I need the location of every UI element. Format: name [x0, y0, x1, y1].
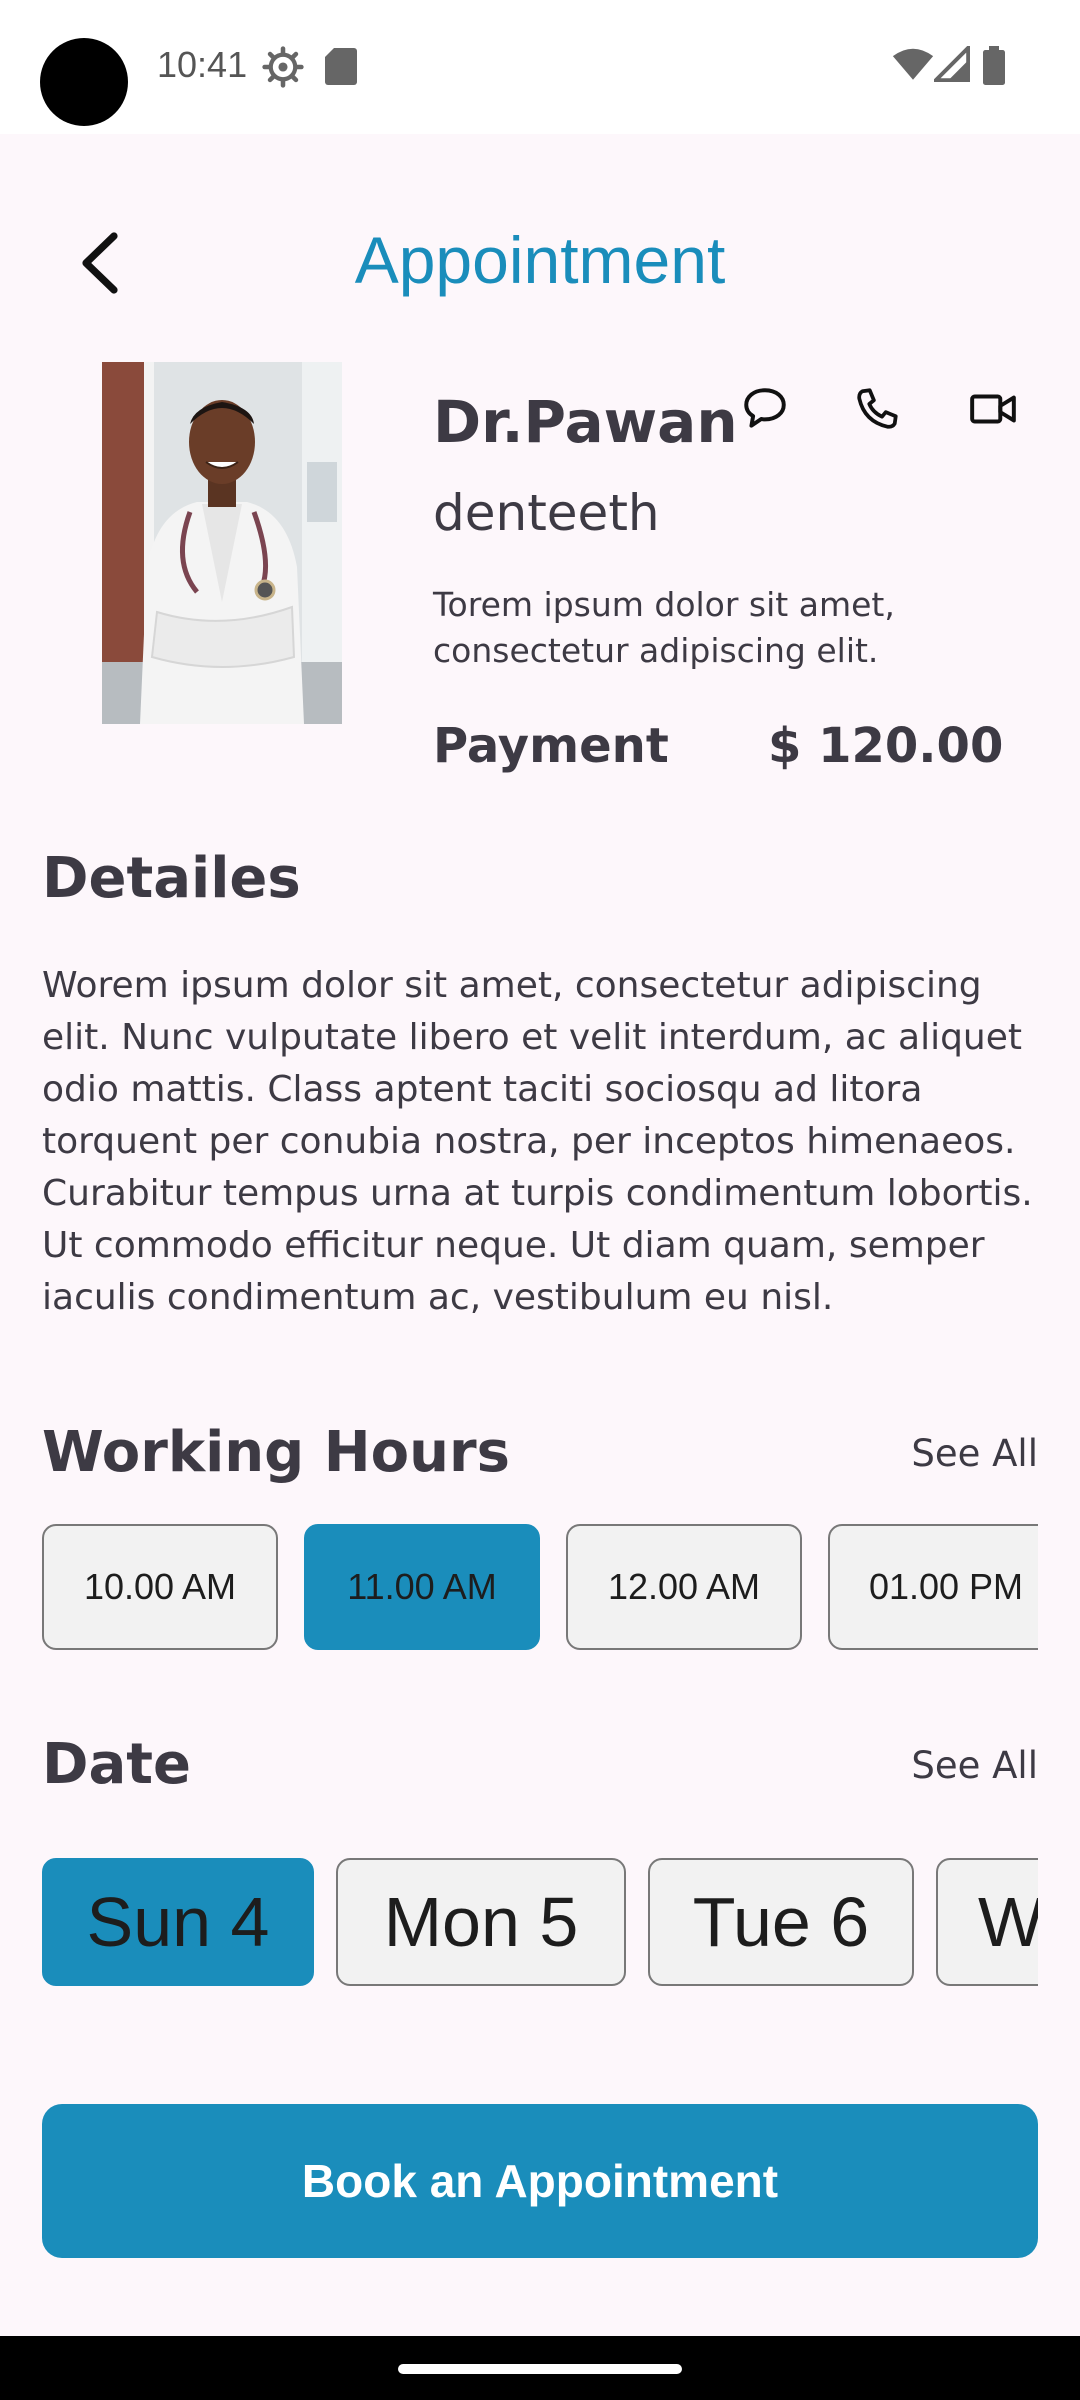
chat-bubble-icon[interactable]	[740, 384, 790, 434]
battery-icon	[983, 46, 1005, 85]
sd-card-icon	[325, 48, 357, 85]
details-text: Worem ipsum dolor sit amet, consectetur …	[42, 965, 1033, 1318]
date-chip[interactable]: Tue 6	[648, 1858, 914, 1986]
details-title: Detailes	[42, 846, 301, 911]
payment-label: Payment	[433, 718, 669, 774]
doctor-description: Torem ipsum dolor sit amet, consectetur …	[433, 585, 895, 670]
payment-amount: $ 120.00	[768, 718, 1004, 774]
date-chip[interactable]: W	[936, 1858, 1038, 1986]
date-list: Sun 4 Mon 5 Tue 6 W	[42, 1858, 1038, 1986]
hour-slot-selected[interactable]: 11.00 AM	[304, 1524, 540, 1650]
book-appointment-button[interactable]: Book an Appointment	[42, 2104, 1038, 2258]
home-gesture-handle[interactable]	[398, 2364, 682, 2374]
hour-slot[interactable]: 01.00 PM	[828, 1524, 1038, 1650]
doctor-specialty: denteeth	[433, 484, 660, 542]
working-hours-see-all-link[interactable]: See All	[911, 1432, 1038, 1475]
doctor-photo	[102, 362, 342, 724]
hour-slot[interactable]: 12.00 AM	[566, 1524, 802, 1650]
settings-gear-icon	[262, 46, 304, 88]
status-time: 10:41	[157, 44, 248, 85]
wifi-icon	[892, 48, 934, 80]
hour-slot[interactable]: 10.00 AM	[42, 1524, 278, 1650]
cell-signal-icon	[934, 46, 970, 82]
date-chip-selected[interactable]: Sun 4	[42, 1858, 314, 1986]
date-chip[interactable]: Mon 5	[336, 1858, 626, 1986]
date-title: Date	[42, 1732, 192, 1797]
page-title: Appointment	[354, 223, 726, 297]
status-bar: 10:41	[0, 0, 1080, 134]
doctor-name: Dr.Pawan	[433, 388, 738, 456]
camera-cutout	[40, 38, 128, 126]
working-hours-list: 10.00 AM 11.00 AM 12.00 AM 01.00 PM	[42, 1524, 1038, 1650]
video-call-icon[interactable]	[968, 384, 1018, 434]
phone-icon[interactable]	[852, 384, 902, 434]
working-hours-title: Working Hours	[42, 1420, 510, 1485]
date-see-all-link[interactable]: See All	[911, 1744, 1038, 1787]
